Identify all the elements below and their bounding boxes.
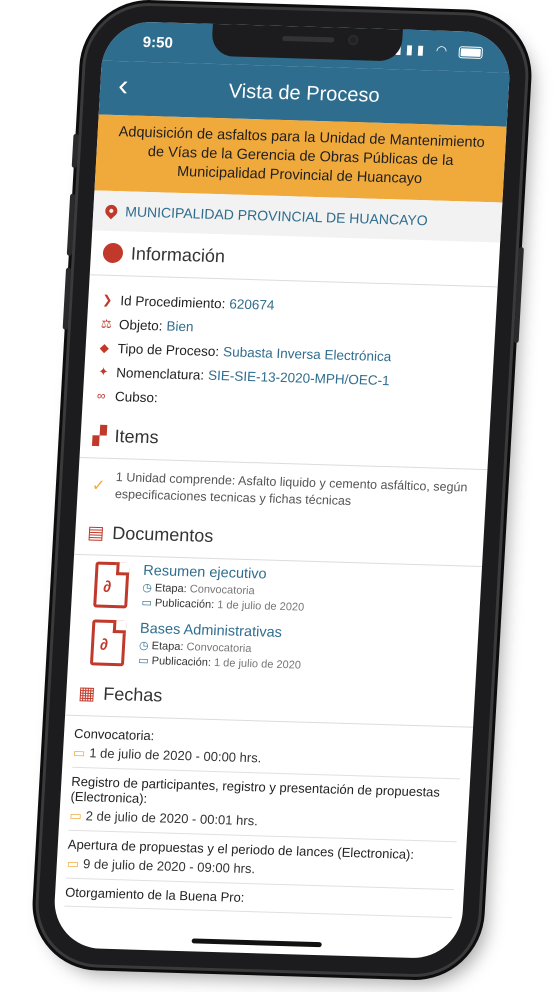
clock-icon: ◷: [141, 581, 153, 595]
clock-icon: ◷: [138, 639, 150, 653]
document-meta: ◷ Etapa: Convocatoria ▭ Publicación: 1 de …: [138, 639, 302, 674]
document-icon: ▤: [86, 521, 105, 543]
calendar-icon: ▭: [141, 596, 153, 610]
calendar-icon: ▭: [137, 654, 149, 668]
pub-value: 1 de julio de 2020: [213, 657, 302, 672]
dates-list: Convocatoria: ▭ 1 de julio de 2020 - 00:0…: [54, 716, 473, 919]
gavel-icon: ⚖: [100, 316, 113, 331]
screen: 9:50 ▮▮▮ ◠ ‹ Vista de Proceso Adquisició…: [52, 20, 512, 960]
date-label: Otorgamiento de la Buena Pro:: [64, 884, 245, 905]
info-label: Id Procedimiento:: [119, 292, 226, 311]
page-title: Vista de Proceso: [228, 80, 381, 107]
section-dates-title: Fechas: [102, 683, 163, 705]
document-meta: ◷ Etapa: Convocatoria ▭ Publicación: 1 de …: [141, 581, 305, 616]
info-value: 620674: [228, 295, 275, 313]
info-value: Bien: [166, 318, 194, 334]
info-value: Subasta Inversa Electrónica: [222, 343, 392, 364]
etapa-value: Convocatoria: [189, 583, 255, 598]
pdf-icon: ∂: [89, 619, 127, 667]
pub-label: Publicación:: [154, 597, 215, 611]
power-button: [513, 247, 524, 344]
info-list: ❯ Id Procedimiento: 620674 ⚖ Objeto: Bie…: [82, 275, 498, 425]
info-label: Cubso:: [114, 388, 159, 405]
speaker-grille: [282, 35, 335, 43]
etapa-value: Convocatoria: [186, 641, 252, 656]
document-title[interactable]: Resumen ejecutivo: [143, 563, 307, 584]
pub-label: Publicación:: [151, 655, 212, 669]
calendar-icon: ▭: [72, 744, 86, 761]
status-time: 9:50: [142, 33, 174, 52]
content-area[interactable]: i Información ❯ Id Procedimiento: 620674…: [52, 230, 501, 959]
section-items-title: Items: [114, 425, 160, 447]
pin-icon: ✦: [97, 364, 109, 379]
status-icons: ▮▮▮ ◠: [394, 41, 484, 60]
date-item: Registro de participantes, registro y pr…: [68, 767, 461, 843]
battery-icon: [458, 45, 484, 59]
calendar-icon: ▭: [66, 855, 80, 872]
item-text: 1 Unidad comprende: Asfalto liquido y ce…: [114, 470, 468, 509]
info-icon: i: [102, 242, 124, 264]
info-value: SIE-SIE-13-2020-MPH/OEC-1: [207, 367, 391, 388]
chevron-icon: ❯: [101, 292, 113, 307]
notch: [211, 23, 403, 62]
date-value: 2 de julio de 2020 - 00:01 hrs.: [85, 808, 259, 829]
info-label: Objeto:: [118, 316, 163, 333]
process-title-banner: Adquisición de asfaltos para la Unidad d…: [94, 114, 507, 203]
info-label: Tipo de Proceso:: [117, 340, 220, 359]
pdf-icon: ∂: [93, 561, 130, 609]
date-value: 1 de julio de 2020 - 00:00 hrs.: [88, 745, 262, 766]
document-title[interactable]: Bases Administrativas: [140, 621, 304, 642]
section-info-title: Información: [130, 243, 226, 266]
calendar-icon: ▦: [77, 682, 96, 703]
location-pin-icon: [102, 202, 120, 220]
front-camera: [347, 34, 359, 46]
check-icon: ✓: [91, 476, 106, 495]
phone-frame: 9:50 ▮▮▮ ◠ ‹ Vista de Proceso Adquisició…: [35, 4, 529, 976]
entity-name: MUNICIPALIDAD PROVINCIAL DE HUANCAYO: [124, 203, 429, 229]
link-icon: ∞: [96, 388, 106, 403]
calendar-icon: ▭: [69, 807, 83, 824]
boxes-icon: ▞: [92, 424, 108, 446]
etapa-label: Etapa:: [151, 640, 184, 654]
volume-down-button: [62, 267, 72, 330]
silent-switch: [71, 133, 79, 168]
date-value: 9 de julio de 2020 - 09:00 hrs.: [82, 856, 256, 877]
section-docs-title: Documentos: [111, 522, 214, 546]
wifi-icon: ◠: [435, 42, 452, 58]
volume-up-button: [66, 193, 76, 256]
pub-value: 1 de julio de 2020: [216, 599, 305, 614]
tag-icon: ◆: [99, 340, 110, 355]
etapa-label: Etapa:: [154, 582, 188, 596]
info-label: Nomenclatura:: [115, 364, 205, 383]
